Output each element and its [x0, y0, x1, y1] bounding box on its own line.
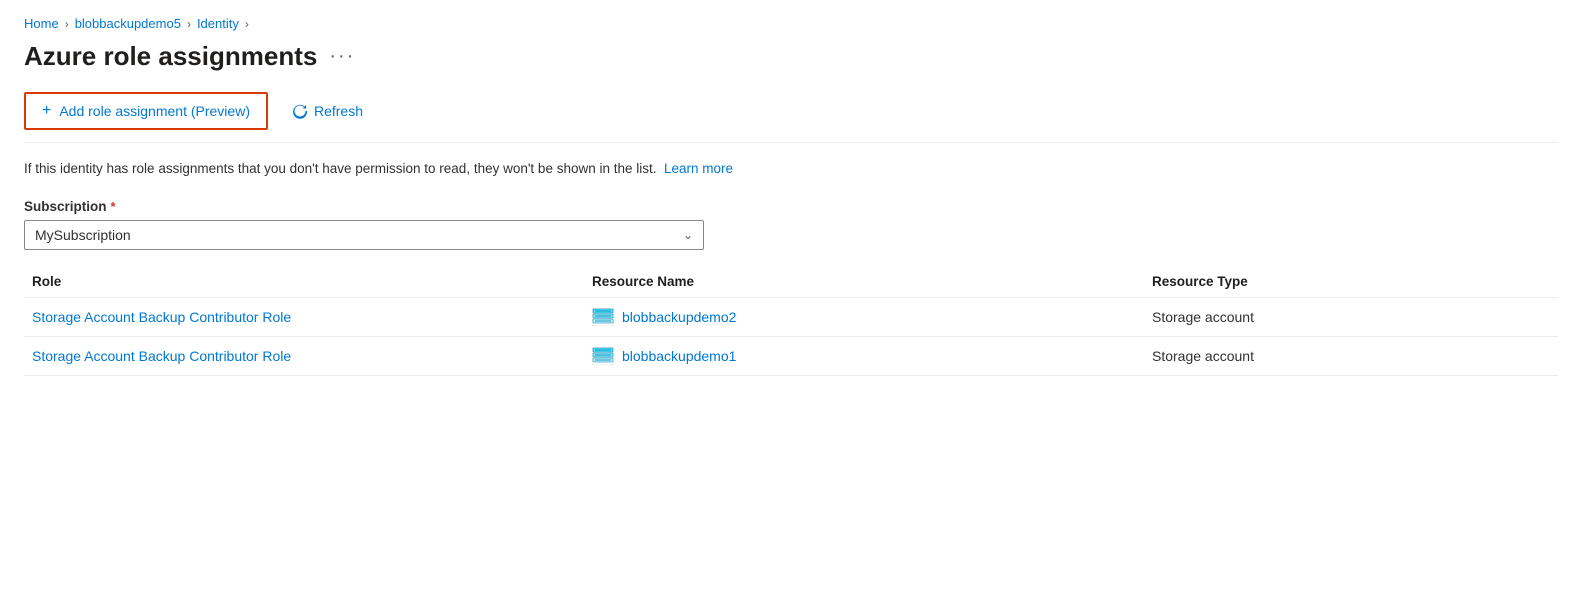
breadcrumb-blobbackupdemo5[interactable]: blobbackupdemo5 [75, 16, 181, 31]
plus-icon: + [42, 102, 51, 120]
subscription-label: Subscription * [24, 199, 1558, 214]
page-title-row: Azure role assignments ··· [24, 41, 1558, 72]
breadcrumb-home[interactable]: Home [24, 16, 59, 31]
add-role-assignment-button[interactable]: + Add role assignment (Preview) [24, 92, 268, 130]
resource-link-1[interactable]: blobbackupdemo2 [622, 309, 736, 325]
learn-more-link[interactable]: Learn more [664, 161, 733, 176]
breadcrumb-sep-2: › [187, 17, 191, 31]
resource-link-2[interactable]: blobbackupdemo1 [622, 348, 736, 364]
breadcrumb: Home › blobbackupdemo5 › Identity › [24, 16, 1558, 31]
resource-type-cell-2: Storage account [1144, 348, 1558, 364]
refresh-icon [292, 103, 308, 119]
subscription-section: Subscription * MySubscription ⌄ [24, 199, 1558, 250]
storage-account-icon-2 [592, 347, 614, 365]
required-indicator: * [111, 199, 116, 214]
col-header-resource-type: Resource Type [1144, 274, 1558, 289]
col-header-resource-name: Resource Name [584, 274, 1144, 289]
subscription-dropdown[interactable]: MySubscription ⌄ [24, 220, 704, 250]
breadcrumb-sep-1: › [65, 17, 69, 31]
role-cell-2: Storage Account Backup Contributor Role [24, 348, 584, 364]
resource-type-cell-1: Storage account [1144, 309, 1558, 325]
table-container: Role Resource Name Resource Type Storage… [24, 266, 1558, 376]
resource-name-cell-1: blobbackupdemo2 [584, 308, 1144, 326]
table-row: Storage Account Backup Contributor Role … [24, 337, 1558, 376]
role-cell-1: Storage Account Backup Contributor Role [24, 309, 584, 325]
breadcrumb-identity[interactable]: Identity [197, 16, 239, 31]
resource-name-cell-2: blobbackupdemo1 [584, 347, 1144, 365]
refresh-label: Refresh [314, 103, 363, 119]
page-title: Azure role assignments [24, 41, 317, 72]
toolbar: + Add role assignment (Preview) Refresh [24, 92, 1558, 143]
storage-account-icon-1 [592, 308, 614, 326]
more-options-icon[interactable]: ··· [329, 45, 355, 68]
col-header-role: Role [24, 274, 584, 289]
table-header: Role Resource Name Resource Type [24, 266, 1558, 298]
chevron-down-icon: ⌄ [683, 228, 693, 242]
add-role-label: Add role assignment (Preview) [59, 103, 250, 119]
info-text: If this identity has role assignments th… [24, 159, 1558, 179]
table-row: Storage Account Backup Contributor Role … [24, 298, 1558, 337]
subscription-value: MySubscription [35, 227, 131, 243]
role-link-1[interactable]: Storage Account Backup Contributor Role [32, 309, 291, 325]
refresh-button[interactable]: Refresh [284, 97, 371, 125]
role-link-2[interactable]: Storage Account Backup Contributor Role [32, 348, 291, 364]
breadcrumb-sep-3: › [245, 17, 249, 31]
